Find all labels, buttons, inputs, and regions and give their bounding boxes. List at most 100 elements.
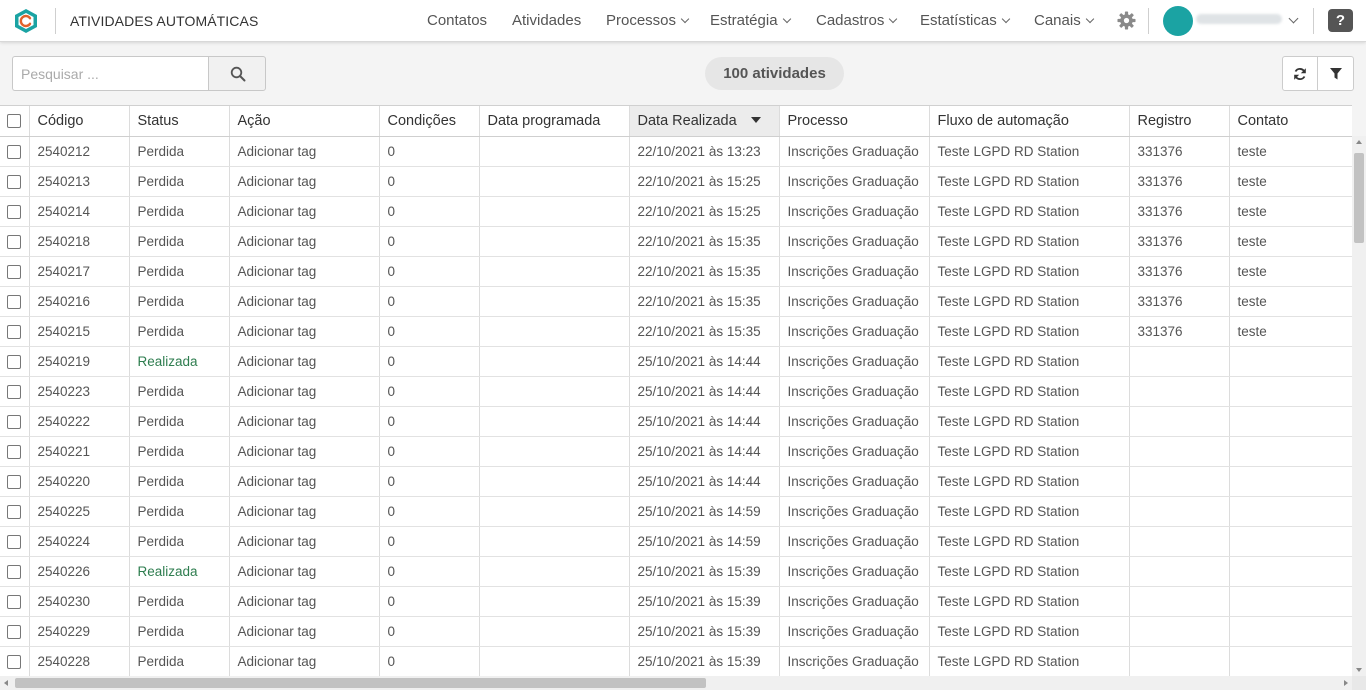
column-header-acao[interactable]: Ação <box>229 106 380 137</box>
row-checkbox[interactable] <box>7 414 22 429</box>
search-button[interactable] <box>208 56 266 91</box>
cell-contato: teste <box>1229 196 1352 227</box>
cell-processo: Inscrições Graduação <box>779 616 930 647</box>
cell-acao: Adicionar tag <box>229 136 380 167</box>
table-row[interactable]: 2540223 Perdida Adicionar tag 0 25/10/2021 à… <box>0 376 1352 407</box>
row-checkbox[interactable] <box>7 174 22 189</box>
row-checkbox[interactable] <box>7 474 22 489</box>
table-row[interactable]: 2540225 Perdida Adicionar tag 0 25/10/2021 à… <box>0 496 1352 527</box>
table-row[interactable]: 2540224 Perdida Adicionar tag 0 25/10/2021 à… <box>0 526 1352 557</box>
column-header-codigo[interactable]: Código <box>29 106 130 137</box>
cell-data-realizada: 22/10/2021 às 15:35 <box>629 256 780 287</box>
filter-button[interactable] <box>1318 56 1354 91</box>
scroll-down-icon[interactable] <box>1356 668 1362 672</box>
vertical-scrollbar-thumb[interactable] <box>1354 153 1364 243</box>
table-row[interactable]: 2540219 Realizada Adicionar tag 0 25/10/2021… <box>0 346 1352 377</box>
cell-processo: Inscrições Graduação <box>779 166 930 197</box>
cell-contato <box>1229 406 1352 437</box>
scroll-up-icon[interactable] <box>1356 140 1362 144</box>
cell-processo: Inscrições Graduação <box>779 466 930 497</box>
column-header-status[interactable]: Status <box>129 106 230 137</box>
horizontal-scrollbar-thumb[interactable] <box>15 678 706 688</box>
nav-cadastros[interactable]: Cadastros <box>816 12 898 29</box>
cell-acao: Adicionar tag <box>229 346 380 377</box>
table-row[interactable]: 2540228 Perdida Adicionar tag 0 25/10/2021 à… <box>0 646 1352 676</box>
column-header-condicoes[interactable]: Condições <box>379 106 480 137</box>
table-row[interactable]: 2540220 Perdida Adicionar tag 0 25/10/2021 à… <box>0 466 1352 497</box>
nav-contatos[interactable]: Contatos <box>427 12 487 29</box>
search-input[interactable] <box>12 56 209 91</box>
column-header-contato[interactable]: Contato <box>1229 106 1352 137</box>
cell-status: Perdida <box>129 196 230 227</box>
row-checkbox[interactable] <box>7 564 22 579</box>
nav-canais[interactable]: Canais <box>1034 12 1094 29</box>
table-row[interactable]: 2540218 Perdida Adicionar tag 0 22/10/2021 à… <box>0 226 1352 257</box>
row-checkbox[interactable] <box>7 324 22 339</box>
table-row[interactable]: 2540230 Perdida Adicionar tag 0 25/10/2021 à… <box>0 586 1352 617</box>
cell-contato <box>1229 436 1352 467</box>
cell-fluxo: Teste LGPD RD Station <box>929 646 1130 676</box>
select-all-checkbox[interactable] <box>7 113 22 128</box>
row-checkbox[interactable] <box>7 354 22 369</box>
row-checkbox[interactable] <box>7 234 22 249</box>
cell-contato <box>1229 496 1352 527</box>
chevron-down-icon[interactable] <box>1288 13 1299 24</box>
row-checkbox[interactable] <box>7 384 22 399</box>
cell-registro <box>1129 346 1230 377</box>
table-row[interactable]: 2540216 Perdida Adicionar tag 0 22/10/2021 à… <box>0 286 1352 317</box>
cell-contato: teste <box>1229 256 1352 287</box>
row-select-cell <box>0 586 30 617</box>
table-row[interactable]: 2540215 Perdida Adicionar tag 0 22/10/2021 à… <box>0 316 1352 347</box>
column-header-data-realizada[interactable]: Data Realizada <box>629 106 780 137</box>
table-row[interactable]: 2540212 Perdida Adicionar tag 0 22/10/2021 à… <box>0 136 1352 167</box>
scroll-left-icon[interactable] <box>4 680 8 686</box>
horizontal-scrollbar[interactable] <box>0 676 1352 690</box>
column-header-registro[interactable]: Registro <box>1129 106 1230 137</box>
cell-data-realizada: 22/10/2021 às 15:35 <box>629 316 780 347</box>
row-checkbox[interactable] <box>7 204 22 219</box>
nav-atividades[interactable]: Atividades <box>512 12 581 29</box>
cell-fluxo: Teste LGPD RD Station <box>929 586 1130 617</box>
cell-registro: 331376 <box>1129 226 1230 257</box>
cell-status: Perdida <box>129 286 230 317</box>
gear-icon[interactable] <box>1117 11 1136 30</box>
nav-estrategia[interactable]: Estratégia <box>710 12 791 29</box>
table-row[interactable]: 2540222 Perdida Adicionar tag 0 25/10/2021 à… <box>0 406 1352 437</box>
scrollbar-corner <box>1352 676 1366 690</box>
row-checkbox[interactable] <box>7 534 22 549</box>
column-header-processo[interactable]: Processo <box>779 106 930 137</box>
help-button[interactable]: ? <box>1328 9 1353 32</box>
column-header-fluxo[interactable]: Fluxo de automação <box>929 106 1130 137</box>
row-checkbox[interactable] <box>7 294 22 309</box>
user-avatar[interactable] <box>1163 6 1193 36</box>
column-header-data-programada[interactable]: Data programada <box>479 106 630 137</box>
row-select-cell <box>0 256 30 287</box>
vertical-scrollbar[interactable] <box>1352 136 1366 676</box>
nav-processos[interactable]: Processos <box>606 12 690 29</box>
table-row[interactable]: 2540226 Realizada Adicionar tag 0 25/10/2021… <box>0 556 1352 587</box>
row-checkbox[interactable] <box>7 264 22 279</box>
cell-condicoes: 0 <box>379 346 480 377</box>
app-logo-icon[interactable] <box>13 8 39 34</box>
cell-acao: Adicionar tag <box>229 526 380 557</box>
row-checkbox[interactable] <box>7 654 22 669</box>
nav-estatisticas[interactable]: Estatísticas <box>920 12 1010 29</box>
row-checkbox[interactable] <box>7 444 22 459</box>
chevron-down-icon <box>1085 14 1094 24</box>
cell-registro <box>1129 586 1230 617</box>
table-row[interactable]: 2540221 Perdida Adicionar tag 0 25/10/2021 à… <box>0 436 1352 467</box>
cell-data-programada <box>479 406 630 437</box>
table-row[interactable]: 2540229 Perdida Adicionar tag 0 25/10/2021 à… <box>0 616 1352 647</box>
table-row[interactable]: 2540214 Perdida Adicionar tag 0 22/10/2021 à… <box>0 196 1352 227</box>
row-checkbox[interactable] <box>7 504 22 519</box>
table-row[interactable]: 2540217 Perdida Adicionar tag 0 22/10/2021 à… <box>0 256 1352 287</box>
table-row[interactable]: 2540213 Perdida Adicionar tag 0 22/10/2021 à… <box>0 166 1352 197</box>
cell-contato <box>1229 466 1352 497</box>
scroll-right-icon[interactable] <box>1344 680 1348 686</box>
row-checkbox[interactable] <box>7 594 22 609</box>
user-name-redacted[interactable] <box>1196 14 1282 24</box>
activities-table-container: Código Status Ação Condições Data progra… <box>0 105 1352 676</box>
refresh-button[interactable] <box>1282 56 1318 91</box>
row-checkbox[interactable] <box>7 624 22 639</box>
row-checkbox[interactable] <box>7 144 22 159</box>
